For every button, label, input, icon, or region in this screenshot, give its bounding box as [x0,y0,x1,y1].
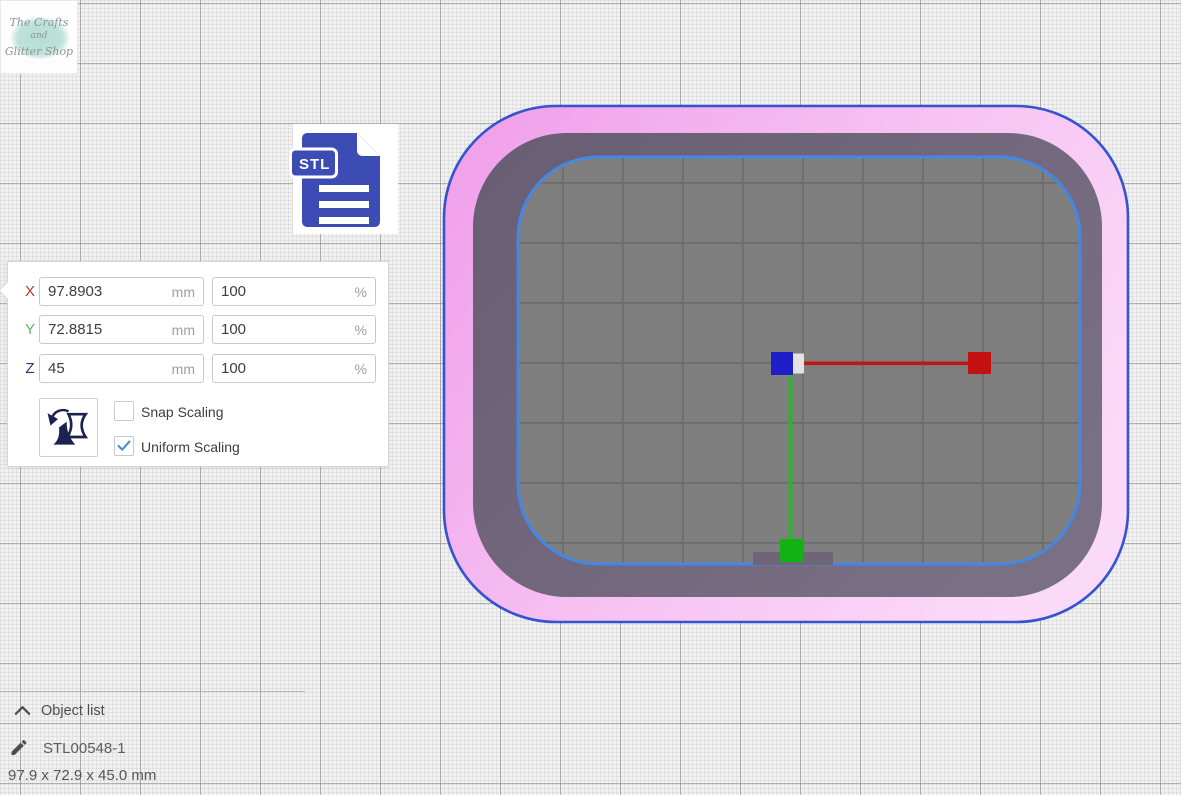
object-list-header[interactable]: Object list [41,703,105,719]
scale-x-mm-field[interactable]: mm [39,277,204,306]
document-line-icon [319,217,369,224]
shop-logo: The Crafts and Glitter Shop [0,0,78,74]
gizmo-x-scale-handle[interactable] [968,352,991,374]
scale-tool-panel: X mm % Y mm % Z mm % [7,261,389,467]
axis-x-label: X [21,283,39,300]
gizmo-y-axis-line [789,374,793,542]
object-name[interactable]: STL00548-1 [43,740,126,757]
logo-line-3: Glitter Shop [5,44,73,60]
scale-z-mm-field[interactable]: mm [39,354,204,383]
checkmark-icon [115,437,133,455]
object-list-divider [0,691,305,692]
gizmo-x-axis-line [800,362,970,366]
axis-z-label: Z [21,360,39,377]
scale-x-percent-field[interactable]: % [212,277,376,306]
gizmo-z-scale-handle[interactable] [771,352,793,375]
scale-y-percent-input[interactable] [213,316,375,343]
application-window: The Crafts and Glitter Shop STL X mm % Y… [0,0,1181,795]
document-line-icon [319,201,369,208]
axis-y-label: Y [21,321,39,338]
logo-text: The Crafts and Glitter Shop [1,1,77,73]
reset-scale-button[interactable] [39,398,98,457]
snap-scaling-label: Snap Scaling [141,402,224,422]
scale-y-mm-input[interactable] [40,316,203,343]
snap-scaling-checkbox[interactable] [114,401,134,421]
uniform-scaling-checkbox[interactable] [114,436,134,456]
logo-line-2: and [31,30,48,43]
reset-scale-icon [40,399,97,456]
scale-x-percent-input[interactable] [213,278,375,305]
chevron-up-icon[interactable] [14,705,31,716]
logo-line-1: The Crafts [10,15,69,31]
document-line-icon [319,185,369,192]
object-dimensions: 97.9 x 72.9 x 45.0 mm [8,767,156,784]
scale-y-percent-field[interactable]: % [212,315,376,344]
scale-y-mm-field[interactable]: mm [39,315,204,344]
scale-z-mm-input[interactable] [40,355,203,382]
stl-file-icon: STL [289,123,401,235]
uniform-scaling-label: Uniform Scaling [141,437,240,457]
gizmo-center-handle[interactable] [793,354,804,374]
edit-pencil-icon[interactable] [9,737,29,758]
scale-z-percent-input[interactable] [213,355,375,382]
scale-z-percent-field[interactable]: % [212,354,376,383]
gizmo-y-scale-handle[interactable] [780,539,803,562]
stl-badge-text: STL [299,156,330,173]
scale-x-mm-input[interactable] [40,278,203,305]
